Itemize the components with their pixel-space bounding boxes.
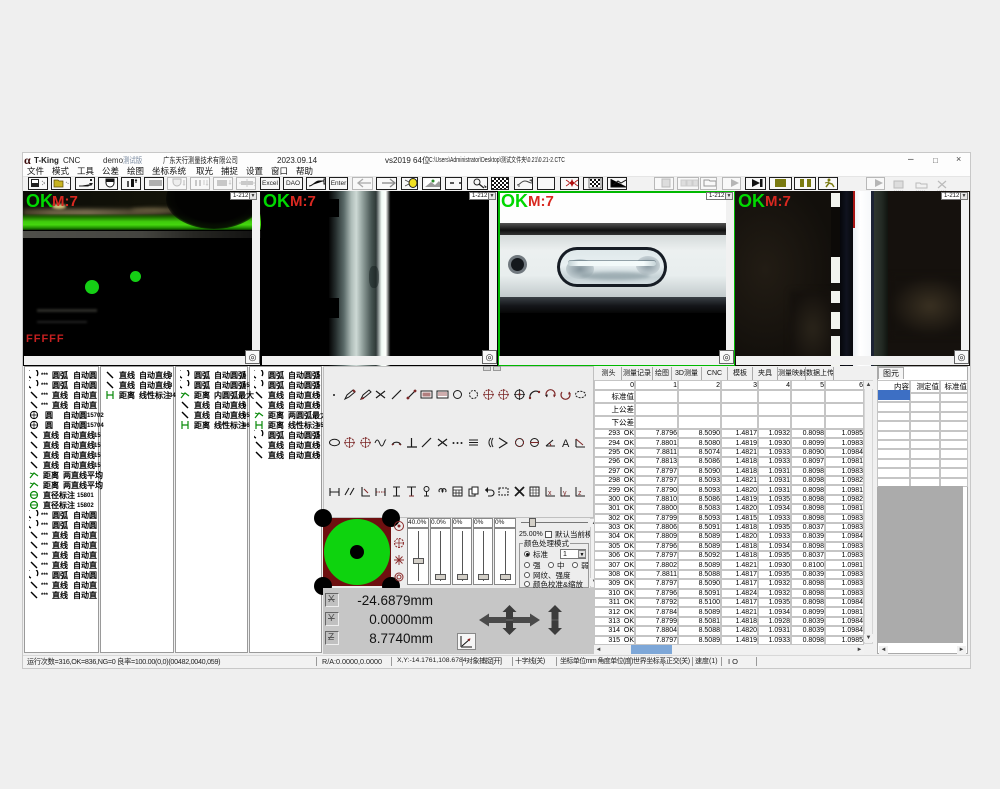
svg-text:y: y bbox=[563, 490, 567, 497]
svg-text:A: A bbox=[562, 438, 570, 449]
svg-text:z: z bbox=[578, 490, 582, 497]
svg-text:x: x bbox=[548, 490, 552, 497]
